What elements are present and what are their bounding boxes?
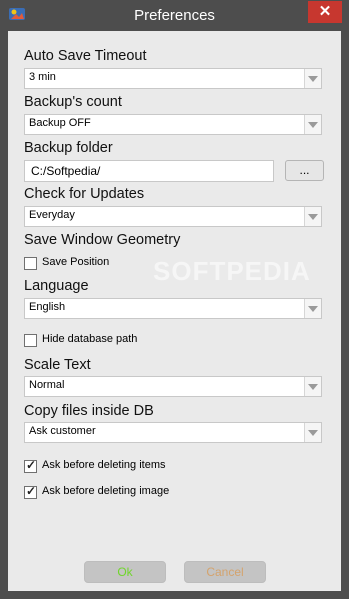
chevron-down-icon[interactable] (304, 299, 321, 318)
preferences-panel: SOFTPEDIA Auto Save Timeout 3 min Backup… (8, 31, 341, 591)
close-icon: ✕ (318, 3, 332, 20)
language-value: English (29, 301, 66, 313)
chevron-down-icon[interactable] (304, 69, 321, 88)
checkbox-box[interactable]: ✓ (24, 458, 37, 473)
updates-label: Check for Updates (24, 186, 145, 202)
scale-text-select[interactable]: Normal (24, 376, 322, 397)
window-geometry-label: Save Window Geometry (24, 232, 181, 248)
backup-folder-field[interactable] (24, 160, 274, 182)
language-select[interactable]: English (24, 298, 322, 319)
close-button[interactable]: ✕ (308, 1, 342, 23)
checkbox-box[interactable] (24, 257, 37, 270)
language-label: Language (24, 278, 89, 294)
save-position-label: Save Position (42, 256, 110, 268)
chevron-down-icon[interactable] (304, 423, 321, 442)
window-title: Preferences (134, 7, 215, 24)
updates-value: Everyday (29, 209, 75, 221)
chevron-down-icon[interactable] (304, 377, 321, 396)
copy-files-value: Ask customer (29, 425, 96, 437)
cancel-button[interactable]: Cancel (184, 561, 266, 583)
ok-button[interactable]: Ok (84, 561, 166, 583)
checkmark-icon: ✓ (26, 484, 37, 498)
updates-select[interactable]: Everyday (24, 206, 322, 227)
hide-db-path-label: Hide database path (42, 333, 138, 345)
backups-count-select[interactable]: Backup OFF (24, 114, 322, 135)
scale-text-value: Normal (29, 379, 65, 391)
title-bar: Preferences ✕ (0, 0, 349, 31)
auto-save-label: Auto Save Timeout (24, 48, 147, 64)
backups-count-label: Backup's count (24, 94, 122, 110)
ask-delete-image-label: Ask before deleting image (42, 485, 170, 497)
copy-files-label: Copy files inside DB (24, 403, 154, 419)
backups-count-value: Backup OFF (29, 117, 91, 129)
chevron-down-icon[interactable] (304, 207, 321, 226)
watermark: SOFTPEDIA (153, 256, 311, 286)
copy-files-select[interactable]: Ask customer (24, 422, 322, 443)
auto-save-value: 3 min (29, 71, 56, 83)
backup-folder-label: Backup folder (24, 140, 113, 156)
checkbox-box[interactable]: ✓ (24, 484, 37, 499)
auto-save-select[interactable]: 3 min (24, 68, 322, 89)
scale-text-label: Scale Text (24, 357, 91, 373)
chevron-down-icon[interactable] (304, 115, 321, 134)
checkbox-box[interactable] (24, 334, 37, 347)
browse-folder-button[interactable]: ... (285, 160, 324, 181)
ask-delete-items-label: Ask before deleting items (42, 459, 166, 471)
backup-folder-input[interactable] (25, 161, 271, 178)
checkmark-icon: ✓ (26, 458, 37, 472)
